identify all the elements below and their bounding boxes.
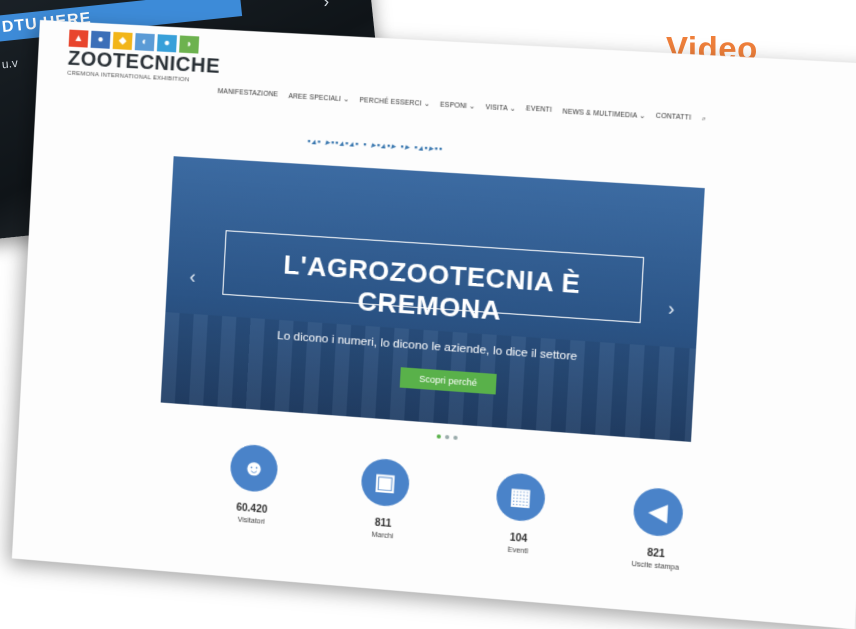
nav-item-news[interactable]: NEWS & MULTIMEDIA ⌄ [562,107,645,120]
hero-title: L'AGROZOOTECNIA È CREMONA [223,245,643,336]
slider-dot[interactable] [445,435,449,439]
cow-icon: ▲ [69,30,89,48]
nav-item-contatti[interactable]: CONTATTI [656,113,692,123]
chevron-right-icon: › [322,0,330,12]
search-icon[interactable]: ⌕ [702,115,707,124]
stat-marchi: ▣ 811 Marchi [336,456,433,544]
person-icon: ☻ [229,443,278,493]
pig-icon: ● [91,31,111,49]
calendar-icon: ▦ [495,472,546,523]
nav-item-visita[interactable]: VISITA ⌄ [485,103,515,113]
megaphone-icon: ◀ [632,486,684,537]
leaf-icon: ◗ [179,35,199,53]
chicken-icon: ◆ [113,32,133,50]
fish-icon: ◐ [135,33,155,51]
slider-dots [437,434,458,440]
website-screenshot: ▲ ● ◆ ◐ ● ◗ ZOOTECNICHE CREMONA INTERNAT… [12,20,856,629]
nav-item-eventi[interactable]: EVENTI [526,105,552,115]
discover-button[interactable]: Scopri perché [400,367,497,394]
stat-visitatori: ☻ 60.420 Visitatori [205,442,301,529]
slider-dot[interactable] [437,434,441,438]
briefcase-icon: ▣ [360,457,410,508]
stat-uscite-stampa: ◀ 821 Uscite stampa [607,485,708,574]
site-logo[interactable]: ▲ ● ◆ ◐ ● ◗ ZOOTECNICHE CREMONA INTERNAT… [67,30,210,85]
stat-eventi: ▦ 104 Eventi [470,470,569,558]
tagline-graphic: ▪▴▪ ▸▪▪▴▪▴▪ ▪ ▸▪▴▪▸ ▪▸ ▪▴▪▸▪▪ [307,136,443,155]
chevron-right-icon[interactable]: › [668,298,676,320]
chevron-left-icon[interactable]: ‹ [189,266,196,288]
hero-title-frame: L'AGROZOOTECNIA È CREMONA [222,230,644,323]
main-nav: MANIFESTAZIONE AREE SPECIALI ⌄ PERCHÉ ES… [217,88,706,124]
slider-dot[interactable] [453,436,457,440]
nav-item-esponi[interactable]: ESPONI ⌄ [440,100,475,110]
nav-item-perche-esserci[interactable]: PERCHÉ ESSERCI ⌄ [359,96,430,108]
hero-slider: ‹ › L'AGROZOOTECNIA È CREMONA Lo dicono … [161,156,705,442]
nav-item-manifestazione[interactable]: MANIFESTAZIONE [217,88,278,99]
drop-icon: ● [157,34,177,52]
nav-item-aree-speciali[interactable]: AREE SPECIALI ⌄ [288,92,349,104]
background-url: u.v [1,56,18,72]
